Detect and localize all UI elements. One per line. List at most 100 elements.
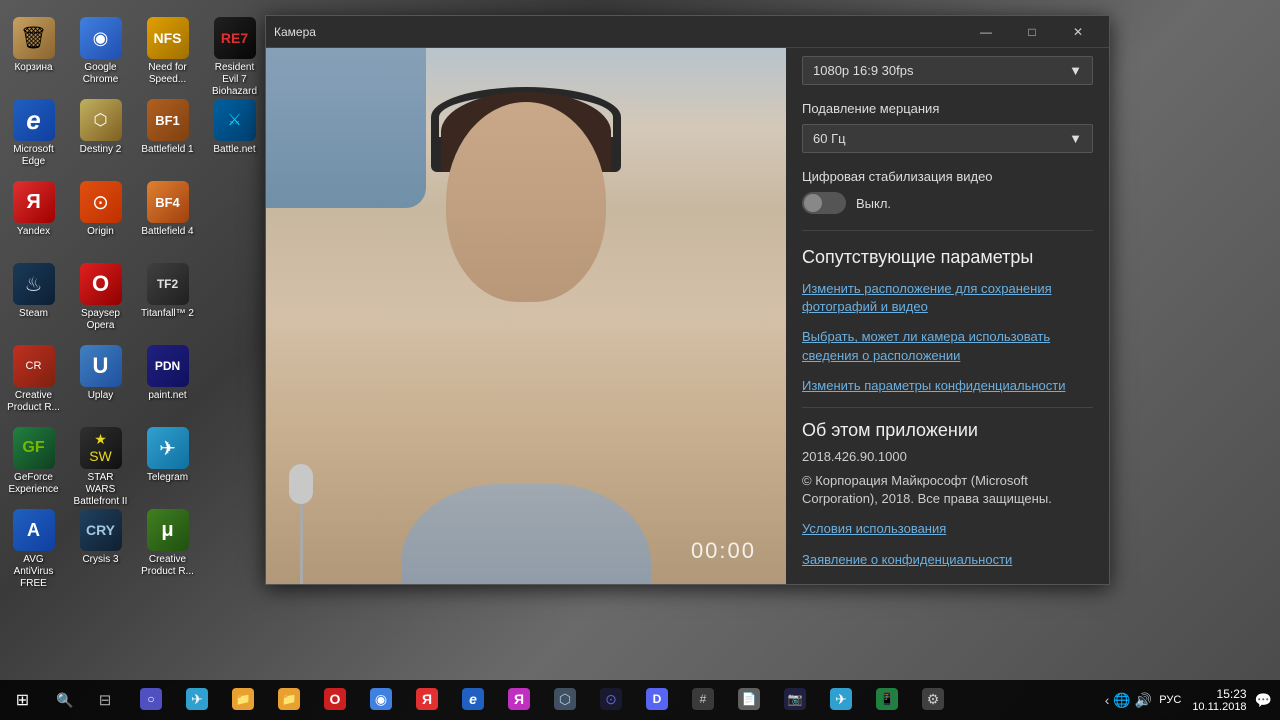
volume-icon[interactable]: 🔊 [1135,692,1152,709]
language-indicator[interactable]: РУС [1156,694,1184,706]
search-button[interactable]: 🔍 [45,680,85,720]
edge-label: Microsoft Edge [5,144,62,168]
desktop-icon-yandex[interactable]: Я Yandex [1,175,66,255]
location-access-link[interactable]: Выбрать, может ли камера использовать св… [802,328,1093,364]
taskbar-app-settings[interactable]: ⚙ [911,680,955,720]
taskbar-app-phone[interactable]: 📱 [865,680,909,720]
opera-tb-icon: O [324,688,346,710]
desktop-icon-basket[interactable]: 🗑 Корзина [1,11,66,91]
notification-icon[interactable]: 💬 [1255,692,1272,709]
desktop-icon-telegram[interactable]: ✈ Telegram [135,421,200,501]
about-heading: Об этом приложении [802,420,1093,441]
desktop-icon-bf4[interactable]: BF4 Battlefield 4 [135,175,200,255]
titanfall-icon: TF2 [147,263,189,305]
expand-tray-icon[interactable]: ‹ [1105,692,1110,708]
desktop-icon-avg[interactable]: A AVG AntiVirus FREE [1,503,66,583]
taskbar-app-special[interactable]: ⬡ [543,680,587,720]
stabilization-toggle[interactable] [802,192,846,214]
origin-icon: ⊙ [80,181,122,223]
desktop-icon-resident[interactable]: RE7 Resident Evil 7 Biohazard [202,11,267,91]
utorrent-label: Creative Product R... [139,554,196,578]
person-face-oval [446,102,606,302]
network-icon[interactable]: 🌐 [1113,692,1130,709]
origin-label: Origin [87,226,114,238]
desktop-icon-utorrent[interactable]: μ Creative Product R... [135,503,200,583]
resident-icon: RE7 [214,17,256,59]
paint-icon: PDN [147,345,189,387]
start-icon: ⊞ [16,690,29,710]
save-location-link[interactable]: Изменить расположение для сохранения фот… [802,280,1093,316]
taskbar-app-explorer2[interactable]: 📁 [267,680,311,720]
terms-link[interactable]: Условия использования [802,520,1093,538]
taskbar-app-obs[interactable]: ⊙ [589,680,633,720]
desktop-icon-origin[interactable]: ⊙ Origin [68,175,133,255]
steam-label: Steam [19,308,48,320]
chrome-label: Google Chrome [72,62,129,86]
desktop-icon-nfs[interactable]: NFS Need for Speed... [135,11,200,91]
paint-label: paint.net [148,390,186,402]
privacy-policy-link[interactable]: Заявление о конфиденциальности [802,551,1093,569]
taskbar-app-photos[interactable]: 📷 [773,680,817,720]
desktop-icon-geforce[interactable]: GF GeForce Experience [1,421,66,501]
divider-1 [802,230,1093,231]
chrome-icon: ◉ [80,17,122,59]
desktop-icon-opera[interactable]: O Spaysep Opera [68,257,133,337]
privacy-settings-link[interactable]: Изменить параметры конфиденциальности [802,377,1093,395]
starwars-icon: ★ SW [80,427,122,469]
taskbar-app-cortana[interactable]: ○ [129,680,173,720]
phone-tb-icon: 📱 [876,688,898,710]
crysis-icon: CRY [80,509,122,551]
geforce-icon: GF [13,427,55,469]
maximize-button[interactable]: □ [1009,16,1055,48]
clock-time: 15:23 [1192,687,1246,701]
close-button[interactable]: ✕ [1055,16,1101,48]
notification-area: ‹ 🌐 🔊 РУС [1105,692,1185,709]
taskbar-app-explorer[interactable]: 📁 [221,680,265,720]
calc-tb-icon: # [692,688,714,710]
taskbar-app-calc[interactable]: # [681,680,725,720]
desktop-icon-battle[interactable]: ⚔ Battle.net [202,93,267,173]
desktop-icon-edge[interactable]: e Microsoft Edge [1,93,66,173]
crysis-label: Crysis 3 [82,554,118,566]
desktop-icon-paint[interactable]: PDN paint.net [135,339,200,419]
window-titlebar: Камера — □ ✕ [266,16,1109,48]
taskbar-app-discord[interactable]: D [635,680,679,720]
bg-window [266,48,426,208]
desktop-icon-titanfall[interactable]: TF2 Titanfall™ 2 [135,257,200,337]
yandex-icon: Я [13,181,55,223]
battle-label: Battle.net [213,144,255,156]
desktop-icon-crysis[interactable]: CRY Crysis 3 [68,503,133,583]
bf1-label: Battlefield 1 [141,144,193,156]
mic-stand [300,504,303,584]
companion-heading: Сопутствующие параметры [802,247,1093,268]
taskbar-app-telegram[interactable]: ✈ [175,680,219,720]
settings-tb-icon: ⚙ [922,688,944,710]
desktop-icon-creative[interactable]: CR Creative Product R... [1,339,66,419]
taskbar-app-opera[interactable]: O [313,680,357,720]
mic-head [289,464,313,504]
basket-label: Корзина [14,62,52,74]
minimize-button[interactable]: — [963,16,1009,48]
telegram-label: Telegram [147,472,188,484]
resolution-select[interactable]: 1080p 16:9 30fps ▼ [802,56,1093,85]
system-clock[interactable]: 15:23 10.11.2018 [1188,687,1250,713]
desktop-icon-destiny2[interactable]: ⬡ Destiny 2 [68,93,133,173]
desktop-icon-starwars[interactable]: ★ SW STAR WARS Battlefront II [68,421,133,501]
start-button[interactable]: ⊞ [0,680,45,720]
taskbar-app-yandex[interactable]: Я [405,680,449,720]
desktop-icon-chrome[interactable]: ◉ Google Chrome [68,11,133,91]
opera-label: Spaysep Opera [72,308,129,332]
desktop-icon-uplay[interactable]: U Uplay [68,339,133,419]
taskbar-app-chrome[interactable]: ◉ [359,680,403,720]
camera-timestamp: 00:00 [691,538,756,564]
taskbar-app-files[interactable]: 📄 [727,680,771,720]
task-view-button[interactable]: ⊟ [85,680,125,720]
taskbar-app-yandex2[interactable]: Я [497,680,541,720]
taskbar-app-edge[interactable]: e [451,680,495,720]
taskbar-app-telegram2[interactable]: ✈ [819,680,863,720]
desktop-icon-bf1[interactable]: BF1 Battlefield 1 [135,93,200,173]
obs-tb-icon: ⊙ [600,688,622,710]
photos-tb-icon: 📷 [784,688,806,710]
desktop-icon-steam[interactable]: ♨ Steam [1,257,66,337]
flicker-select[interactable]: 60 Гц ▼ [802,124,1093,153]
